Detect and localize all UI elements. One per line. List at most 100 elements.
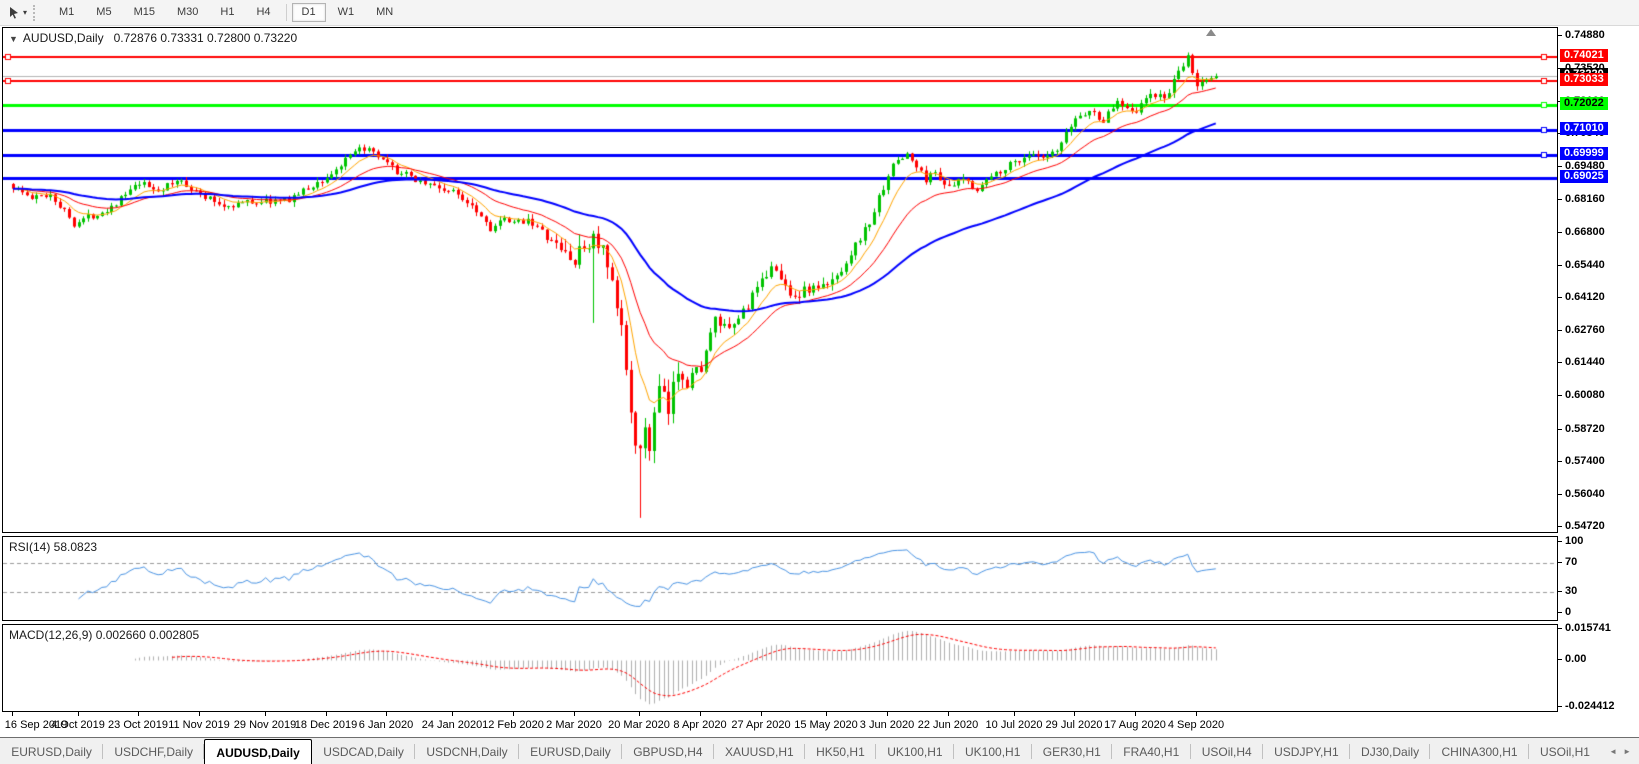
price-tick-label: 0.57400: [1565, 455, 1605, 467]
timeframe-button-h1[interactable]: H1: [210, 3, 244, 22]
date-axis[interactable]: 16 Sep 20194 Oct 201923 Oct 201911 Nov 2…: [2, 712, 1558, 737]
price-tick-label: 0.74880: [1565, 29, 1605, 41]
hline-price-label[interactable]: 0.73033: [1560, 73, 1608, 86]
price-tick-label: 0.65440: [1565, 259, 1605, 271]
date-label: 2 Mar 2020: [546, 719, 602, 731]
price-tick-mark: [1558, 395, 1562, 396]
chart-tab-audusd-daily[interactable]: AUDUSD,Daily: [204, 739, 312, 764]
date-label: 23 Oct 2019: [108, 719, 168, 731]
macd-canvas[interactable]: [3, 625, 1557, 711]
rsi-tick-mark: [1558, 562, 1562, 563]
chart-tab-china300-h1[interactable]: CHINA300,H1: [1430, 738, 1528, 764]
tab-scroll-right-icon[interactable]: ►: [1623, 747, 1631, 756]
chart-tab-eurusd-daily[interactable]: EURUSD,Daily: [519, 738, 622, 764]
macd-label: MACD(12,26,9) 0.002660 0.002805: [9, 628, 199, 642]
date-tick-mark: [78, 712, 79, 716]
timeframe-button-m5[interactable]: M5: [86, 3, 121, 22]
date-tick-mark: [12, 712, 13, 716]
macd-tick-label: 0.015741: [1565, 622, 1611, 634]
price-tick-mark: [1558, 166, 1562, 167]
chart-tab-fra40-h1[interactable]: FRA40,H1: [1112, 738, 1190, 764]
chart-tab-gbpusd-h4[interactable]: GBPUSD,H4: [622, 738, 714, 764]
cursor-tool-button[interactable]: ▾: [4, 4, 31, 21]
date-tick-mark: [639, 712, 640, 716]
hline-price-label[interactable]: 0.69025: [1560, 170, 1608, 183]
macd-tick-mark: [1558, 706, 1562, 707]
chart-tab-bar: EURUSD,DailyUSDCHF,DailyAUDUSD,DailyUSDC…: [0, 737, 1639, 764]
date-tick-mark: [761, 712, 762, 716]
date-label: 4 Sep 2020: [1168, 719, 1224, 731]
timeframe-button-m1[interactable]: M1: [49, 3, 84, 22]
date-tick-mark: [326, 712, 327, 716]
date-tick-mark: [1135, 712, 1136, 716]
rsi-tick-label: 100: [1565, 535, 1583, 547]
chart-tab-eurusd-daily[interactable]: EURUSD,Daily: [0, 738, 103, 764]
price-tick-label: 0.60080: [1565, 389, 1605, 401]
chart-tab-usdjpy-h1[interactable]: USDJPY,H1: [1263, 738, 1350, 764]
timeframe-button-m30[interactable]: M30: [167, 3, 208, 22]
date-tick-mark: [887, 712, 888, 716]
price-tick-mark: [1558, 494, 1562, 495]
toolbar-grip: [33, 5, 38, 21]
chart-tab-xauusd-h1[interactable]: XAUUSD,H1: [714, 738, 805, 764]
date-tick-mark: [513, 712, 514, 716]
date-tick-mark: [1196, 712, 1197, 716]
date-label: 18 Dec 2019: [295, 719, 357, 731]
chart-tab-ger30-h1[interactable]: GER30,H1: [1032, 738, 1112, 764]
timeframe-button-m15[interactable]: M15: [124, 3, 165, 22]
date-tick-mark: [574, 712, 575, 716]
date-label: 11 Nov 2019: [168, 719, 230, 731]
rsi-canvas[interactable]: [3, 537, 1557, 620]
hline-price-label[interactable]: 0.69999: [1560, 147, 1608, 160]
hline-price-label[interactable]: 0.74021: [1560, 49, 1608, 62]
chart-tab-dj30-daily[interactable]: DJ30,Daily: [1350, 738, 1430, 764]
hline-price-label[interactable]: 0.72022: [1560, 97, 1608, 110]
price-tick-mark: [1558, 362, 1562, 363]
chart-tab-usdcad-daily[interactable]: USDCAD,Daily: [312, 738, 415, 764]
rsi-panel: RSI(14) 58.0823: [2, 536, 1558, 621]
chart-symbol-label: AUDUSD,Daily: [23, 31, 104, 45]
dropdown-caret-icon[interactable]: ▾: [23, 8, 27, 17]
date-tick-mark: [826, 712, 827, 716]
date-tick-mark: [386, 712, 387, 716]
hline-price-label[interactable]: 0.71010: [1560, 122, 1608, 135]
chart-tab-usdchf-daily[interactable]: USDCHF,Daily: [103, 738, 204, 764]
timeframe-button-mn[interactable]: MN: [366, 3, 403, 22]
chart-collapse-icon[interactable]: ▼: [9, 34, 18, 44]
chart-tab-usoil-h1[interactable]: USOil,H1: [1529, 738, 1601, 764]
price-chart-canvas[interactable]: [3, 28, 1557, 532]
date-label: 12 Feb 2020: [482, 719, 544, 731]
tab-scroll-left-icon[interactable]: ◄: [1609, 747, 1617, 756]
price-tick-mark: [1558, 526, 1562, 527]
chart-tab-usoil-h4[interactable]: USOil,H4: [1191, 738, 1263, 764]
price-tick-mark: [1558, 461, 1562, 462]
toolbar-separator: [286, 4, 287, 21]
price-tick-mark: [1558, 297, 1562, 298]
date-label: 10 Jul 2020: [986, 719, 1043, 731]
date-label: 4 Oct 2019: [51, 719, 105, 731]
chart-shift-marker[interactable]: [1206, 29, 1216, 36]
timeframe-button-h4[interactable]: H4: [246, 3, 280, 22]
rsi-tick-mark: [1558, 541, 1562, 542]
rsi-tick-mark: [1558, 612, 1562, 613]
macd-tick-label: -0.024412: [1565, 700, 1615, 712]
date-label: 29 Nov 2019: [234, 719, 296, 731]
date-label: 29 Jul 2020: [1046, 719, 1103, 731]
timeframe-button-w1[interactable]: W1: [328, 3, 365, 22]
chart-tab-uk100-h1[interactable]: UK100,H1: [954, 738, 1032, 764]
chart-tab-usdcnh-daily[interactable]: USDCNH,Daily: [415, 738, 519, 764]
rsi-tick-label: 0: [1565, 606, 1571, 618]
chart-tab-uk100-h1[interactable]: UK100,H1: [876, 738, 954, 764]
mt4-window: ▾ M1M5M15M30H1H4 D1W1MN ▼ AUDUSD,Daily 0.72…: [0, 0, 1639, 764]
timeframe-button-d1[interactable]: D1: [292, 3, 326, 22]
price-chart-panel: ▼AUDUSD,Daily0.72876 0.73331 0.72800 0.7…: [2, 27, 1558, 533]
chart-tab-hk50-h1[interactable]: HK50,H1: [805, 738, 876, 764]
timeframe-toolbar: ▾ M1M5M15M30H1H4 D1W1MN: [0, 0, 1639, 26]
date-label: 20 Mar 2020: [608, 719, 670, 731]
price-tick-label: 0.68160: [1565, 193, 1605, 205]
date-tick-mark: [700, 712, 701, 716]
date-label: 24 Jan 2020: [422, 719, 483, 731]
date-tick-mark: [265, 712, 266, 716]
price-tick-mark: [1558, 265, 1562, 266]
date-label: 15 May 2020: [794, 719, 858, 731]
